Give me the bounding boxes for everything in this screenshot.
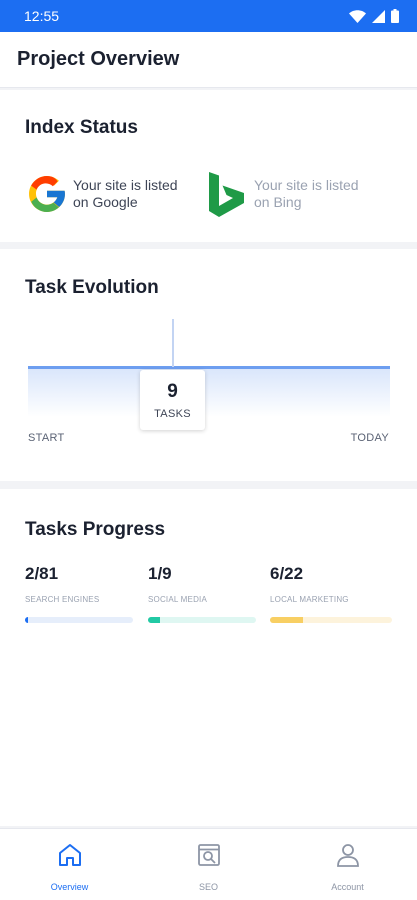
progress-value: 1/9 xyxy=(148,564,172,583)
progress-category: LOCAL MARKETING xyxy=(270,595,349,604)
signal-icon xyxy=(372,9,385,23)
home-icon xyxy=(58,844,81,866)
chart-line xyxy=(28,366,390,369)
progress-search-engines: 2/81 SEARCH ENGINES xyxy=(25,564,133,623)
nav-label: SEO xyxy=(198,882,218,892)
google-index-status: Your site is listed on Google xyxy=(25,170,193,218)
tasks-progress-card: Tasks Progress 2/81 SEARCH ENGINES 1/9 S… xyxy=(0,489,417,826)
wifi-icon xyxy=(349,9,366,23)
google-status-text: Your site is listed on Google xyxy=(73,177,178,210)
chart-tooltip: 9 TASKS xyxy=(140,370,205,430)
progress-bar xyxy=(25,617,133,623)
chart-marker-line xyxy=(172,319,174,367)
progress-social-media: 1/9 SOCIAL MEDIA xyxy=(148,564,256,623)
task-evolution-chart[interactable]: 9 TASKS xyxy=(28,313,390,430)
index-status-card: Index Status Your site is listed on Goog… xyxy=(0,90,417,242)
index-status-title: Index Status xyxy=(25,117,138,138)
progress-bar xyxy=(270,617,392,623)
page-title: Project Overview xyxy=(17,48,180,70)
tasks-progress-title: Tasks Progress xyxy=(25,519,166,540)
progress-bar-fill xyxy=(25,617,28,623)
axis-start-label: START xyxy=(28,432,65,444)
nav-label: Account xyxy=(331,882,364,892)
status-bar: 12:55 xyxy=(0,0,417,32)
progress-value: 2/81 xyxy=(25,564,59,583)
chart-area-fill xyxy=(28,367,390,417)
progress-category: SOCIAL MEDIA xyxy=(148,595,208,604)
bing-status-text: Your site is listed on Bing xyxy=(254,177,359,210)
nav-item-seo[interactable]: SEO xyxy=(139,829,278,900)
status-time: 12:55 xyxy=(24,8,60,24)
tooltip-value: 9 xyxy=(167,381,178,402)
user-icon xyxy=(336,844,359,867)
progress-bar-fill xyxy=(148,617,160,623)
seo-search-icon xyxy=(197,844,220,866)
bing-logo-icon xyxy=(209,172,244,217)
app-header: Project Overview xyxy=(0,32,417,88)
axis-today-label: TODAY xyxy=(350,432,389,444)
tooltip-label: TASKS xyxy=(154,408,191,420)
nav-item-account[interactable]: Account xyxy=(278,829,417,900)
task-evolution-card: Task Evolution 9 TASKS START TODAY xyxy=(0,249,417,481)
progress-category: SEARCH ENGINES xyxy=(25,595,100,604)
bottom-nav: Overview SEO Account xyxy=(0,828,417,900)
nav-label: Overview xyxy=(50,882,89,892)
nav-item-overview[interactable]: Overview xyxy=(0,829,139,900)
progress-value: 6/22 xyxy=(270,564,304,583)
bing-index-status: Your site is listed on Bing xyxy=(206,170,374,218)
task-evolution-title: Task Evolution xyxy=(25,277,159,298)
progress-local-marketing: 6/22 LOCAL MARKETING xyxy=(270,564,392,623)
google-logo-icon xyxy=(29,176,65,212)
progress-bar xyxy=(148,617,256,623)
status-icons xyxy=(349,9,399,23)
progress-bar-fill xyxy=(270,617,304,623)
battery-icon xyxy=(391,9,399,23)
